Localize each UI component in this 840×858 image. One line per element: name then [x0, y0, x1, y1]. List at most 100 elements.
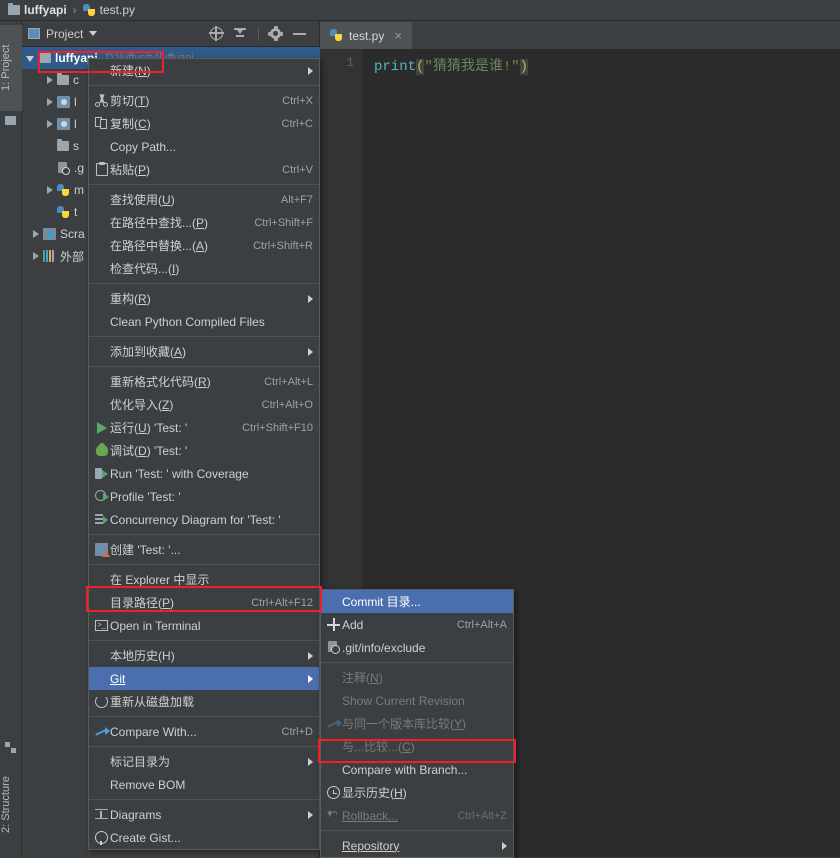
module-icon [57, 118, 70, 130]
menu-item-label: Add [342, 617, 364, 632]
plus-icon [325, 617, 342, 633]
code-close-paren: ) [519, 59, 529, 75]
submenu-arrow-icon [308, 347, 313, 356]
menu-item-local-history[interactable]: 本地历史(H) [89, 644, 319, 667]
menu-item-add-to-favorites[interactable]: 添加到收藏(A) [89, 340, 319, 363]
menu-separator [89, 564, 319, 565]
menu-item-label: Profile 'Test: ' [110, 489, 181, 504]
menu-item-diagrams[interactable]: Diagrams [89, 803, 319, 826]
chevron-collapsed-icon[interactable] [44, 185, 55, 196]
menu-separator [321, 830, 513, 831]
menu-item-profile-test[interactable]: Profile 'Test: ' [89, 485, 319, 508]
menu-item-mark-directory-as[interactable]: 标记目录为 [89, 750, 319, 773]
no-icon [93, 192, 110, 208]
project-panel-title[interactable]: Project [28, 27, 98, 41]
menu-item-accelerator: Ctrl+V [282, 163, 313, 176]
menu-item-show-in-explorer[interactable]: 在 Explorer 中显示 [89, 568, 319, 591]
chevron-collapsed-icon[interactable] [44, 97, 55, 108]
menu-item-refactor[interactable]: 重构(R) [89, 287, 319, 310]
menu-item-git-info-exclude[interactable]: .git/info/exclude [321, 636, 513, 659]
menu-item-inspect-code[interactable]: 检查代码...(I) [89, 257, 319, 280]
close-icon[interactable]: × [394, 28, 402, 43]
menu-item-create-test-config[interactable]: 创建 'Test: '... [89, 538, 319, 561]
chevron-collapsed-icon[interactable] [44, 75, 55, 86]
menu-item-concurrency-diagram[interactable]: Concurrency Diagram for 'Test: ' [89, 508, 319, 531]
breadcrumb-project[interactable]: luffyapi [8, 3, 67, 17]
no-icon [93, 238, 110, 254]
tool-window-button-structure[interactable]: 2: Structure [0, 759, 22, 851]
breadcrumb: luffyapi › test.py [0, 0, 840, 21]
no-icon [93, 595, 110, 611]
chevron-collapsed-icon[interactable] [44, 119, 55, 130]
menu-item-find-usages[interactable]: 查找使用(U) Alt+F7 [89, 188, 319, 211]
locate-icon[interactable] [209, 26, 224, 41]
menu-item-compare-with-branch[interactable]: Compare with Branch... [321, 758, 513, 781]
menu-item-cut[interactable]: 剪切(T) Ctrl+X [89, 89, 319, 112]
menu-item-find-in-path[interactable]: 在路径中查找...(P) Ctrl+Shift+F [89, 211, 319, 234]
pycharm-window: luffyapi › test.py 1: Project 2: Structu… [0, 0, 840, 858]
menu-item-copy-path[interactable]: Copy Path... [89, 135, 319, 158]
menu-separator [89, 534, 319, 535]
menu-item-copy[interactable]: 复制(C) Ctrl+C [89, 112, 319, 135]
chevron-expanded-icon[interactable] [26, 53, 37, 64]
no-icon [325, 594, 342, 610]
menu-item-remove-bom[interactable]: Remove BOM [89, 773, 319, 796]
menu-item-optimize-imports[interactable]: 优化导入(Z) Ctrl+Alt+O [89, 393, 319, 416]
submenu-arrow-icon [308, 651, 313, 660]
menu-item-reload-from-disk[interactable]: 重新从磁盘加载 [89, 690, 319, 713]
toolbar-divider [258, 26, 259, 41]
breadcrumb-file-label: test.py [99, 3, 136, 17]
chevron-collapsed-icon[interactable] [30, 229, 41, 240]
git-submenu[interactable]: Commit 目录... Add Ctrl+Alt+A .git/info/ex… [320, 589, 514, 858]
menu-item-repository[interactable]: Repository [321, 834, 513, 857]
gear-icon[interactable] [268, 26, 283, 41]
paste-icon [93, 162, 110, 178]
chevron-collapsed-icon[interactable] [30, 251, 41, 262]
menu-item-reformat-code[interactable]: 重新格式化代码(R) Ctrl+Alt+L [89, 370, 319, 393]
breadcrumb-file[interactable]: test.py [82, 3, 136, 17]
collapse-all-icon[interactable] [233, 26, 248, 41]
editor-tab-test-py[interactable]: test.py × [320, 22, 412, 49]
menu-separator [89, 85, 319, 86]
code-function-name: print [374, 59, 417, 75]
menu-item-label: Copy Path... [110, 139, 177, 154]
menu-item-debug-test[interactable]: 调试(D) 'Test: ' [89, 439, 319, 462]
menu-item-run-test[interactable]: 运行(U) 'Test: ' Ctrl+Shift+F10 [89, 416, 319, 439]
gitignore-icon [325, 640, 342, 656]
menu-item-commit-directory[interactable]: Commit 目录... [321, 590, 513, 613]
context-menu[interactable]: 新建(N) 剪切(T) Ctrl+X 复制(C) Ctrl+C Copy Pat… [88, 58, 320, 850]
menu-item-replace-in-path[interactable]: 在路径中替换...(A) Ctrl+Shift+R [89, 234, 319, 257]
menu-item-create-gist[interactable]: Create Gist... [89, 826, 319, 849]
menu-item-accelerator: Ctrl+Shift+R [253, 239, 313, 252]
menu-item-show-history[interactable]: 显示历史(H) [321, 781, 513, 804]
menu-item-label: 与同一个版本库比较(Y) [342, 717, 467, 731]
menu-item-git-add[interactable]: Add Ctrl+Alt+A [321, 613, 513, 636]
menu-item-label: Open in Terminal [110, 618, 201, 633]
terminal-icon: >_ [93, 618, 110, 634]
hide-icon[interactable] [292, 26, 307, 41]
menu-item-accelerator: Ctrl+Alt+F12 [251, 596, 313, 609]
menu-item-accelerator: Ctrl+Alt+Z [457, 809, 507, 822]
submenu-arrow-icon [308, 674, 313, 683]
chevron-down-icon[interactable] [89, 31, 98, 36]
menu-separator [89, 716, 319, 717]
menu-item-open-in-terminal[interactable]: >_ Open in Terminal [89, 614, 319, 637]
menu-item-clean-python-compiled-files[interactable]: Clean Python Compiled Files [89, 310, 319, 333]
menu-item-label: Remove BOM [110, 777, 186, 792]
menu-item-paste[interactable]: 粘贴(P) Ctrl+V [89, 158, 319, 181]
menu-item-accelerator: Ctrl+Alt+L [264, 375, 313, 388]
coverage-icon [93, 466, 110, 482]
tool-window-button-project[interactable]: 1: Project [0, 25, 22, 111]
menu-item-label: 重构(R) [110, 292, 151, 306]
project-icon [28, 28, 40, 39]
python-file-icon [57, 183, 70, 197]
no-icon [325, 838, 342, 854]
menu-item-accelerator: Ctrl+Alt+O [261, 398, 313, 411]
menu-item-run-with-coverage[interactable]: Run 'Test: ' with Coverage [89, 462, 319, 485]
menu-item-directory-path[interactable]: 目录路径(P) Ctrl+Alt+F12 [89, 591, 319, 614]
menu-item-new[interactable]: 新建(N) [89, 59, 319, 82]
no-icon [325, 670, 342, 686]
menu-item-git[interactable]: Git [89, 667, 319, 690]
menu-item-compare-with[interactable]: Compare With... Ctrl+D [89, 720, 319, 743]
breadcrumb-project-label: luffyapi [24, 3, 67, 17]
